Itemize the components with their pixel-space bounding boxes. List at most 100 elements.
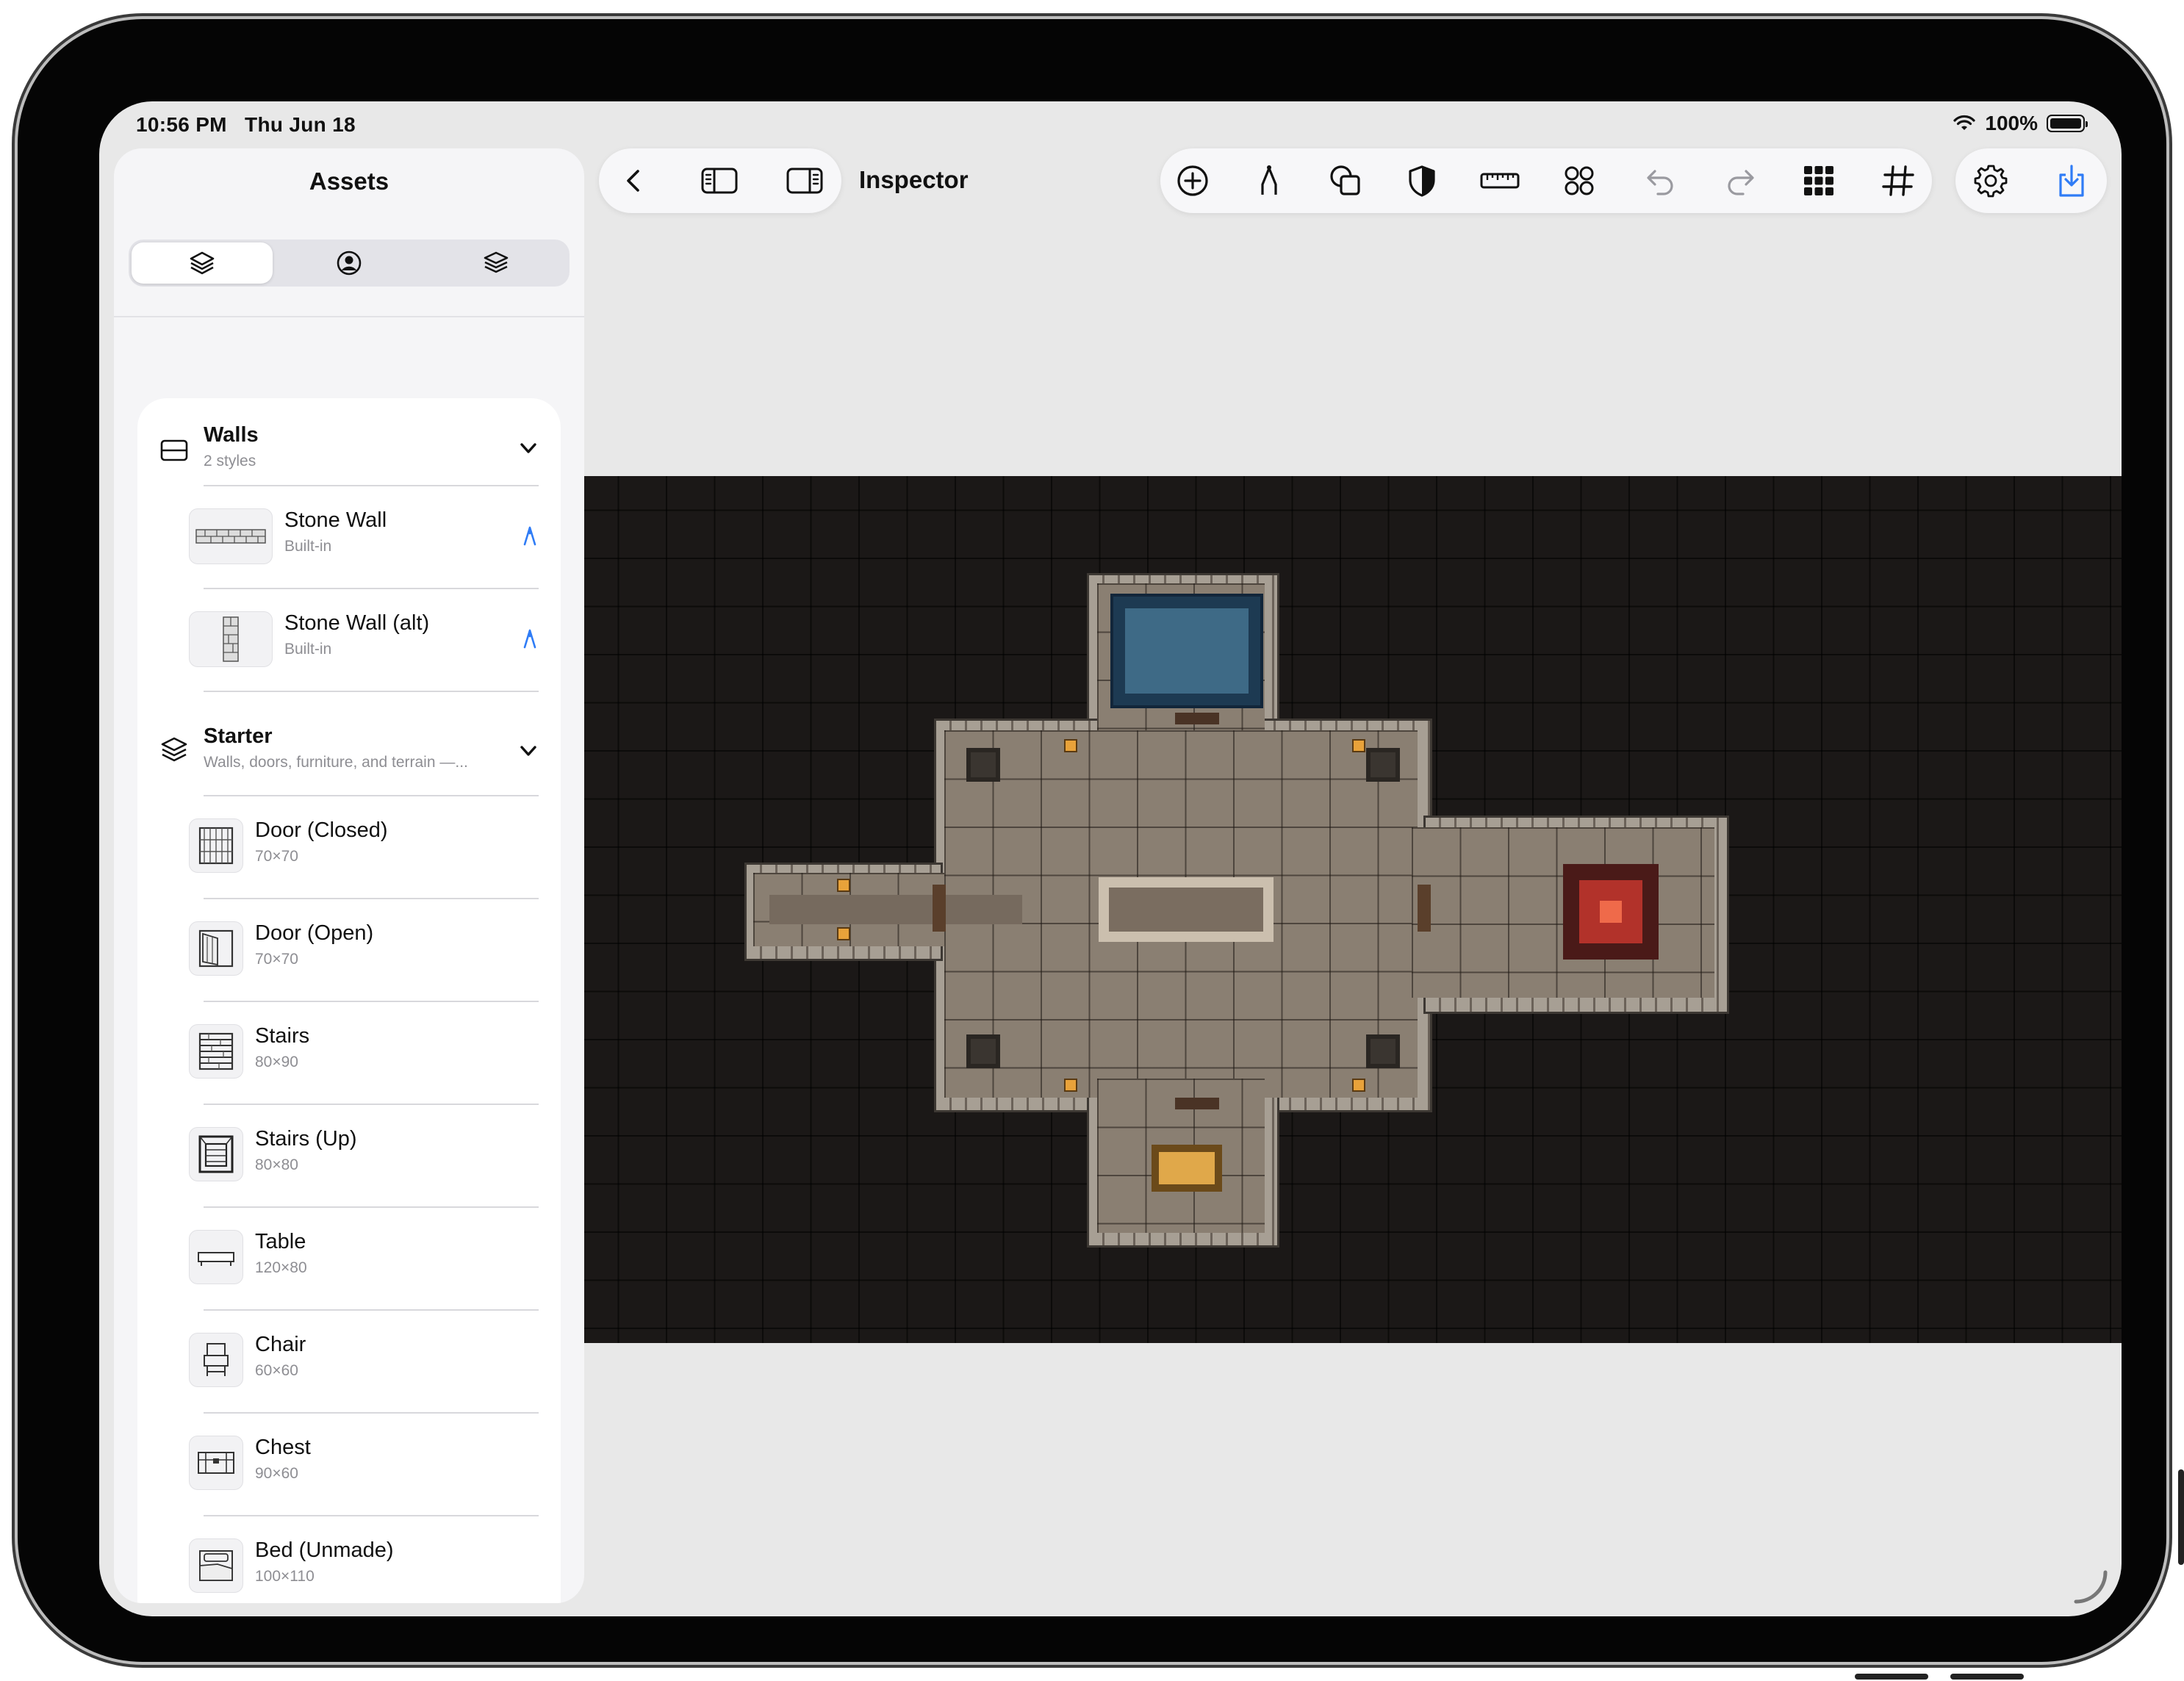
- table-icon: [198, 1252, 234, 1266]
- thumbnail: [189, 1538, 243, 1593]
- item-subtitle: 120×80: [255, 1259, 307, 1276]
- door-south[interactable]: [1175, 1098, 1219, 1109]
- settings-icon: [1974, 165, 2008, 198]
- group-subtitle: 2 styles: [204, 453, 256, 469]
- status-time: 10:56 PM Thu Jun 18: [136, 113, 356, 137]
- shield-tool-button[interactable]: [1390, 148, 1454, 213]
- wall-icon: [160, 439, 188, 461]
- item-subtitle: 80×90: [255, 1054, 298, 1070]
- assets-sidebar: Assets Walls 2 styles Stone Wall Built-i…: [114, 148, 584, 1603]
- item-title: Stone Wall: [284, 508, 387, 532]
- list-item-door-closed[interactable]: Door (Closed) 70×70: [137, 796, 561, 899]
- thumbnail: [189, 1333, 243, 1387]
- pen-icon: [1261, 165, 1277, 195]
- item-subtitle: 70×70: [255, 951, 298, 968]
- central-table[interactable]: [1099, 877, 1274, 942]
- ruler-icon: [1480, 173, 1520, 189]
- item-title: Stairs: [255, 1024, 310, 1048]
- water-surface: [1125, 608, 1249, 694]
- ruler-tool-button[interactable]: [1468, 148, 1532, 213]
- group-header-starter[interactable]: Starter Walls, doors, furniture, and ter…: [137, 699, 561, 796]
- undo-button[interactable]: [1628, 148, 1692, 213]
- list-item-door-open[interactable]: Door (Open) 70×70: [137, 899, 561, 1002]
- torch[interactable]: [837, 927, 850, 940]
- grid-toggle-button[interactable]: [1866, 148, 1930, 213]
- item-title: Table: [255, 1230, 306, 1253]
- draw-tool-icon[interactable]: [521, 627, 539, 649]
- export-icon: [2059, 165, 2084, 197]
- back-button[interactable]: [602, 148, 667, 213]
- pillar-se[interactable]: [1366, 1034, 1400, 1068]
- list-item-chest[interactable]: Chest 90×60: [137, 1414, 561, 1516]
- grid-view-button[interactable]: [1786, 148, 1851, 213]
- screen: 10:56 PM Thu Jun 18 100% Assets Walls 2 …: [99, 101, 2122, 1616]
- list-item-stone-wall[interactable]: Stone Wall Built-in: [137, 486, 561, 589]
- status-date: Thu Jun 18: [245, 113, 356, 136]
- chevron-down-icon[interactable]: [518, 741, 539, 761]
- pen-tool-button[interactable]: [1237, 148, 1301, 213]
- add-icon: [1177, 165, 1208, 196]
- torch[interactable]: [1064, 1079, 1077, 1092]
- side-button: [2178, 1469, 2184, 1565]
- door-north[interactable]: [1175, 713, 1219, 724]
- door-west[interactable]: [933, 885, 946, 932]
- door-east[interactable]: [1418, 885, 1431, 932]
- asset-list-card: Walls 2 styles Stone Wall Built-in Stone…: [137, 398, 561, 1603]
- chevron-down-icon[interactable]: [518, 438, 539, 458]
- shapes-tool-button[interactable]: [1313, 148, 1378, 213]
- list-item-bed-unmade[interactable]: Bed (Unmade) 100×110: [137, 1516, 561, 1603]
- pillar-nw[interactable]: [966, 748, 1000, 782]
- water-pool[interactable]: [1110, 594, 1263, 708]
- item-title: Chest: [255, 1436, 311, 1459]
- export-button[interactable]: [2039, 148, 2104, 213]
- toggle-left-sidebar-button[interactable]: [687, 148, 752, 213]
- redo-button[interactable]: [1709, 148, 1773, 213]
- toggle-right-sidebar-button[interactable]: [772, 148, 837, 213]
- sidebar-left-icon: [701, 168, 738, 194]
- grid-3x3-icon: [1804, 166, 1833, 195]
- item-subtitle: 70×70: [255, 848, 298, 865]
- thumbnail: [189, 508, 273, 564]
- list-item-stone-wall-alt[interactable]: Stone Wall (alt) Built-in: [137, 589, 561, 692]
- list-item-table[interactable]: Table 120×80: [137, 1208, 561, 1311]
- item-subtitle: 60×60: [255, 1362, 298, 1379]
- item-subtitle: 90×60: [255, 1465, 298, 1482]
- segment-layers[interactable]: [132, 242, 273, 284]
- gold-chest[interactable]: [1152, 1145, 1222, 1192]
- torch[interactable]: [1064, 739, 1077, 752]
- red-altar[interactable]: [1563, 864, 1659, 960]
- settings-button[interactable]: [1958, 148, 2023, 213]
- thumbnail: [189, 1436, 243, 1490]
- torch[interactable]: [837, 879, 850, 892]
- status-clock: 10:56 PM: [136, 113, 227, 136]
- add-button[interactable]: [1160, 148, 1225, 213]
- draw-tool-icon[interactable]: [521, 525, 539, 547]
- pillar-sw[interactable]: [966, 1034, 1000, 1068]
- segment-stack[interactable]: [425, 242, 567, 284]
- torch[interactable]: [1352, 739, 1365, 752]
- hash-grid-icon: [1882, 165, 1914, 196]
- corridor-runner[interactable]: [769, 895, 1022, 924]
- group-header-walls[interactable]: Walls 2 styles: [137, 398, 561, 486]
- thumbnail: [189, 1024, 243, 1079]
- group-title: Starter: [204, 724, 273, 748]
- sidebar-title: Assets: [309, 168, 389, 195]
- group-subtitle: Walls, doors, furniture, and terrain —..…: [204, 754, 468, 771]
- map-canvas[interactable]: [584, 476, 2122, 1343]
- components-button[interactable]: [1547, 148, 1612, 213]
- layers-icon: [190, 251, 215, 275]
- segment-person[interactable]: [279, 242, 420, 284]
- list-item-chair[interactable]: Chair 60×60: [137, 1311, 561, 1414]
- chair-icon: [204, 1343, 229, 1376]
- pillar-ne[interactable]: [1366, 748, 1400, 782]
- list-item-stairs[interactable]: Stairs 80×90: [137, 1002, 561, 1105]
- torch[interactable]: [1352, 1079, 1365, 1092]
- list-item-stairs-up[interactable]: Stairs (Up) 80×80: [137, 1105, 561, 1208]
- undo-icon: [1647, 170, 1673, 195]
- item-title: Stone Wall (alt): [284, 611, 430, 635]
- thumbnail: [189, 1127, 243, 1181]
- redo-icon: [1728, 170, 1754, 195]
- resize-handle-icon[interactable]: [2069, 1565, 2113, 1609]
- volume-button: [1855, 1674, 1928, 1680]
- inspector-label[interactable]: Inspector: [859, 166, 969, 194]
